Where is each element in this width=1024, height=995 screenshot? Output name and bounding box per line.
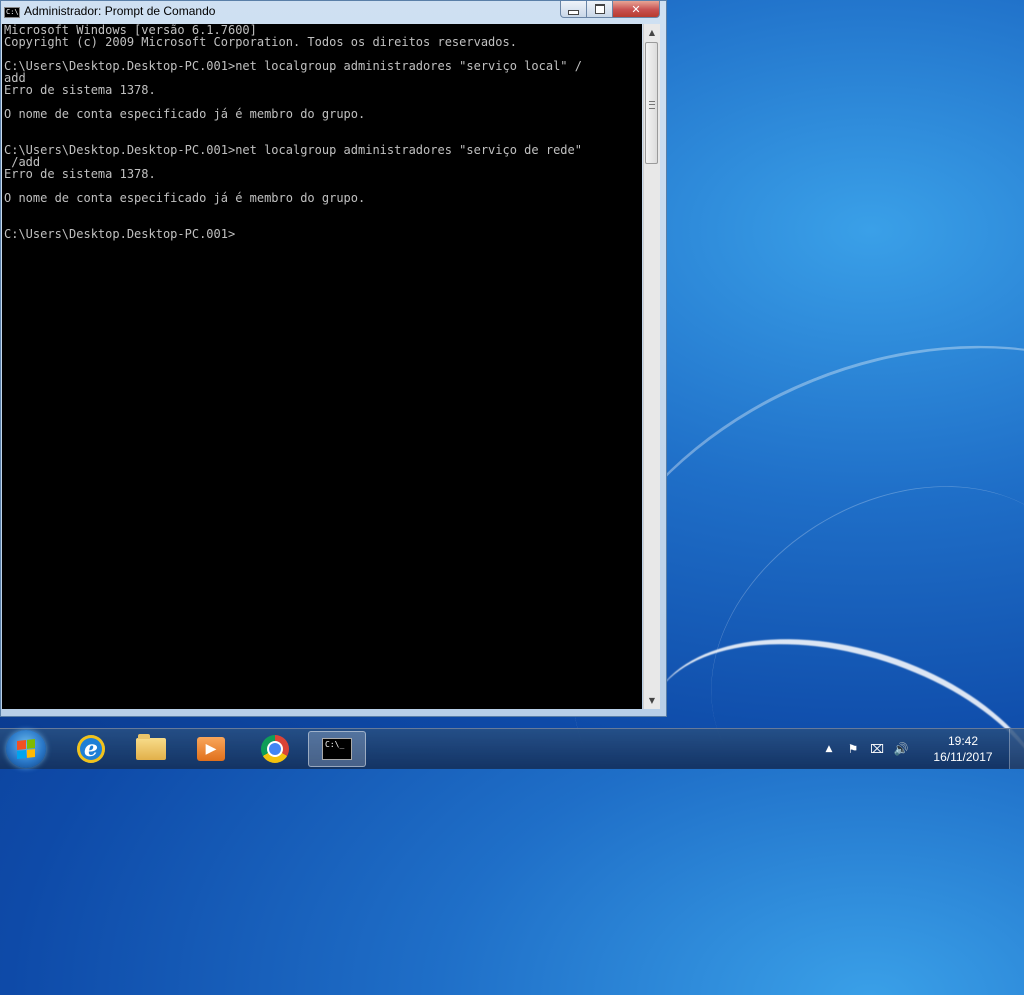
show-desktop-button[interactable] bbox=[1009, 729, 1024, 769]
taskbar-item-internet-explorer[interactable]: e bbox=[64, 731, 118, 767]
taskbar-item-chrome[interactable] bbox=[248, 731, 302, 767]
cmd-icon[interactable]: C:\ bbox=[4, 7, 20, 18]
start-button[interactable] bbox=[6, 730, 46, 768]
clock-date: 16/11/2017 bbox=[933, 750, 993, 764]
clock[interactable]: 19:42 16/11/2017 bbox=[923, 733, 1003, 765]
chrome-icon bbox=[261, 735, 289, 763]
command-prompt-window[interactable]: C:\ Administrador: Prompt de Comando ✕ M… bbox=[0, 0, 667, 717]
close-icon: ✕ bbox=[631, 2, 641, 16]
close-button[interactable]: ✕ bbox=[613, 1, 660, 18]
command-prompt-icon: C:\_ bbox=[322, 738, 352, 760]
desktop-swoosh bbox=[651, 420, 1024, 881]
action-center-flag-icon[interactable]: ⚑ bbox=[843, 739, 863, 759]
minimize-button[interactable] bbox=[560, 1, 587, 18]
scroll-up-icon[interactable]: ▲ bbox=[644, 24, 660, 41]
taskbar-item-media-player[interactable]: ▶ bbox=[184, 731, 238, 767]
scroll-thumb[interactable] bbox=[645, 42, 658, 164]
maximize-button[interactable] bbox=[587, 1, 613, 18]
taskbar: e ▶ C:\_ ▲ ⚑ ⌧ 🔊 19:42 16/11/2017 bbox=[0, 728, 1024, 769]
windows-logo-icon bbox=[17, 739, 35, 759]
console-text: Microsoft Windows [versão 6.1.7600] Copy… bbox=[4, 24, 582, 241]
volume-icon[interactable]: 🔊 bbox=[891, 739, 911, 759]
taskbar-item-explorer[interactable] bbox=[124, 731, 178, 767]
media-player-icon: ▶ bbox=[197, 737, 225, 761]
network-icon[interactable]: ⌧ bbox=[867, 739, 887, 759]
title-bar[interactable]: C:\ Administrador: Prompt de Comando ✕ bbox=[1, 1, 666, 23]
windows-explorer-icon bbox=[136, 734, 166, 760]
grip-icon bbox=[649, 101, 655, 109]
vertical-scrollbar[interactable]: ▲ ▼ bbox=[643, 24, 660, 709]
window-controls: ✕ bbox=[560, 1, 660, 19]
show-hidden-icons-icon[interactable]: ▲ bbox=[819, 739, 839, 759]
window-title: Administrador: Prompt de Comando bbox=[24, 4, 216, 18]
maximize-icon bbox=[594, 4, 605, 14]
console-output[interactable]: Microsoft Windows [versão 6.1.7600] Copy… bbox=[2, 24, 642, 709]
system-tray: ▲ ⚑ ⌧ 🔊 19:42 16/11/2017 bbox=[819, 729, 1024, 769]
internet-explorer-icon: e bbox=[77, 735, 105, 763]
desktop-swoosh bbox=[612, 591, 1024, 955]
scroll-down-icon[interactable]: ▼ bbox=[644, 692, 660, 709]
minimize-icon bbox=[568, 9, 579, 15]
taskbar-item-command-prompt[interactable]: C:\_ bbox=[308, 731, 366, 767]
clock-time: 19:42 bbox=[947, 734, 979, 748]
